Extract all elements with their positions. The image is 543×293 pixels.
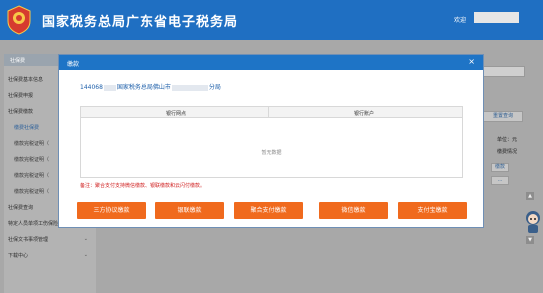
scroll-up-icon[interactable]: ▲ [526,192,534,200]
row-more-button[interactable]: ... [491,176,509,185]
tripartite-agreement-pay-button[interactable]: 三方协议缴款 [77,202,146,219]
redacted-text [171,84,208,91]
bank-table: 银行网点 银行账户 暂无数据 [80,106,463,178]
sidebar-item-documents[interactable]: 社保文书事项管理 ⌄ [8,236,94,243]
redacted-text [103,84,116,91]
column-header-bank-account: 银行账户 [354,111,375,117]
column-divider [268,107,269,118]
sidebar-item-label: 缴款完税证明（ [14,189,50,195]
sidebar-item-label: 缴款完税证明（ [14,157,50,163]
payment-dialog: 缴款 × 144068 国家税务总局佛山市 分局 银行网点 银行账户 暂无数据 备注… [58,54,484,228]
empty-state-text: 暂无数据 [261,150,282,156]
sidebar-item-label: 社保费查询 [8,205,34,211]
top-banner: 国家税务总局广东省电子税务局 欢迎 [0,0,543,40]
sidebar-item-label: 社保费基本信息 [8,77,44,83]
column-header-bank-branch: 银行网点 [166,111,187,117]
payment-note: 备注：聚合支付支持微信缴款、银联缴款和云闪付缴款。 [80,183,206,189]
sidebar-item-label: 下载中心 [8,253,29,259]
tax-emblem-icon [7,5,31,35]
chevron-down-icon: ⌄ [83,252,88,258]
chevron-down-icon: ⌄ [83,236,88,242]
sidebar-item-label: 社保费申报 [8,93,34,99]
close-icon[interactable]: × [468,57,475,67]
sidebar-item-label: 社保费缴款 [8,109,34,115]
sidebar-item-label: 社保文书事项管理 [8,237,49,243]
alipay-pay-button[interactable]: 支付宝缴款 [398,202,467,219]
assistant-mascot-icon[interactable] [524,210,542,234]
dialog-title: 缴款 [67,61,80,68]
sidebar-item-label: 缴款完税证明（ [14,173,50,179]
dialog-header: 缴款 × [59,55,483,70]
status-column-header: 缴费情况 [497,149,518,155]
tax-office-suffix: 分局 [208,84,221,91]
sidebar-item-label: 缴费社保费 [14,125,40,131]
unit-label: 单位：元 [497,137,518,143]
unionpay-pay-button[interactable]: 银联缴款 [155,202,224,219]
tax-office-code: 144068 [80,84,103,91]
reset-query-button[interactable]: 重置查询 [483,111,523,122]
site-title: 国家税务总局广东省电子税务局 [42,15,239,30]
aggregate-pay-button[interactable]: 聚合支付缴款 [234,202,303,219]
username-field[interactable] [474,12,519,23]
welcome-text: 欢迎 [454,17,467,24]
sidebar-item-label: 特定人员单项工伤保险 [8,221,59,227]
wechat-pay-button[interactable]: 微信缴款 [319,202,388,219]
filter-select[interactable] [483,66,525,77]
right-panel: 重置查询 单位：元 缴费情况 缴款 ... [483,60,531,280]
sidebar-item-download-center[interactable]: 下载中心 ⌄ [8,252,94,259]
tax-office-label: 144068 国家税务总局佛山市 分局 [80,82,221,91]
table-header: 银行网点 银行账户 [81,107,462,118]
scroll-down-icon[interactable]: ▼ [526,236,534,244]
sidebar-item-label: 缴款完税证明（ [14,141,50,147]
tax-office-name: 国家税务总局佛山市 [116,84,171,91]
row-pay-button[interactable]: 缴款 [491,163,509,172]
